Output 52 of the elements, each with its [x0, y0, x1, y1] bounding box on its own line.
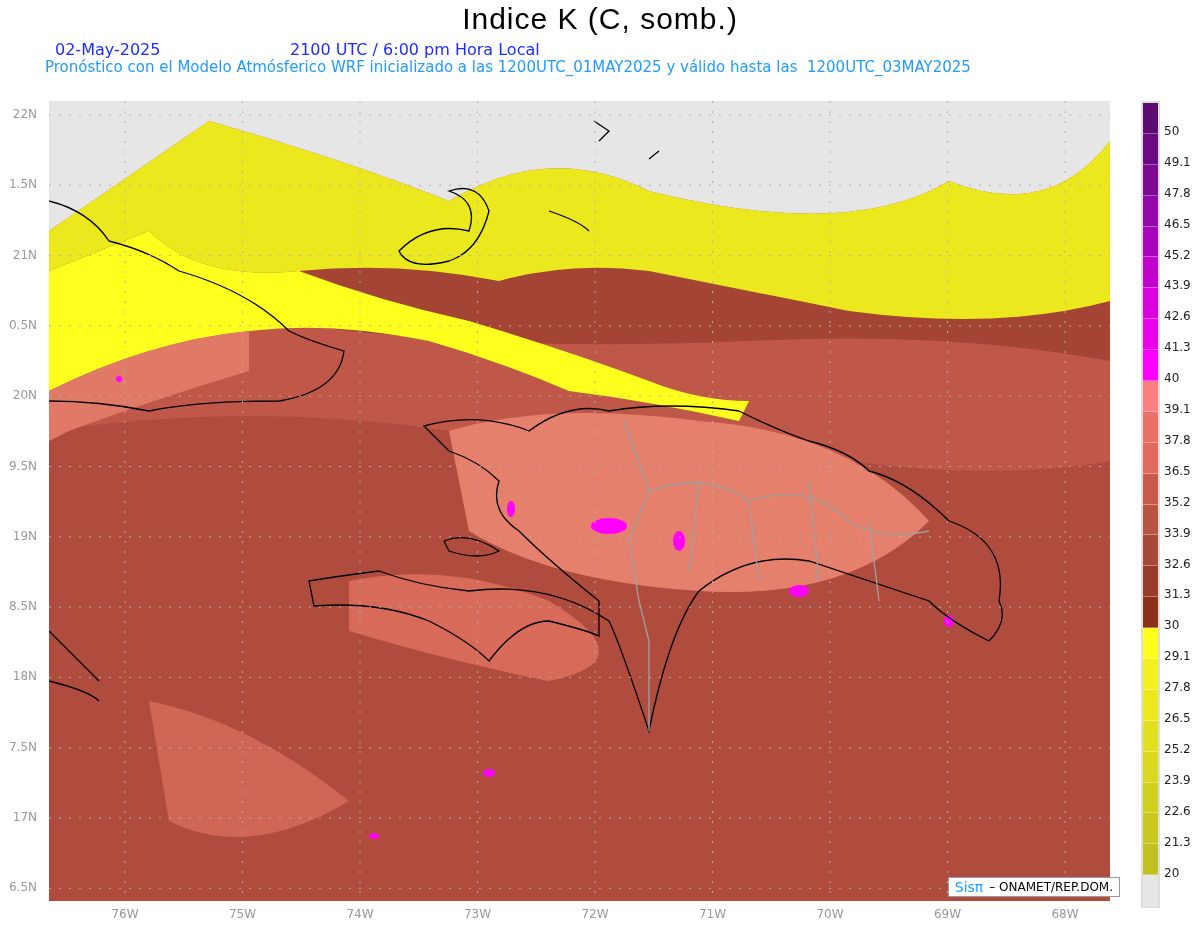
legend-label: 47.8 [1164, 185, 1191, 200]
longitude-label: 69W [932, 907, 963, 921]
map-title: Indice K (C, somb.) [461, 1, 739, 37]
longitude-label: 71W [697, 907, 728, 921]
legend-label: 39.1 [1164, 402, 1191, 416]
legend-label: 49.1 [1164, 154, 1191, 169]
latitude-label: 18N [12, 669, 37, 684]
legend-label: 35.2 [1164, 494, 1191, 509]
longitude-label: 76W [110, 907, 140, 921]
legend-label: 31.3 [1164, 587, 1191, 602]
legend-label: 45.2 [1164, 247, 1191, 262]
longitude-label: 72W [580, 907, 610, 921]
latitude-label: 7.5N [8, 739, 37, 754]
latitude-label: 17N [12, 810, 37, 824]
latitude-label: 21N [12, 247, 37, 262]
longitude-label: 75W [227, 907, 258, 921]
legend-label: 41.3 [1164, 340, 1191, 355]
legend-label: 36.5 [1164, 463, 1191, 478]
legend-label: 27.8 [1164, 680, 1191, 695]
longitude-label: 74W [345, 907, 375, 921]
latitude-label: 9.5N [8, 458, 37, 473]
latitude-label: 22N [12, 107, 37, 121]
sis-logo: Sisπ [954, 879, 984, 895]
legend-label: 25.2 [1164, 741, 1191, 756]
legend-label: 21.3 [1164, 834, 1191, 849]
longitude-label: 68W [1050, 907, 1080, 921]
legend-label: 46.5 [1164, 216, 1191, 231]
legend-label: 43.9 [1164, 278, 1191, 293]
legend-label: 29.1 [1164, 649, 1191, 664]
legend-label: 22.6 [1164, 803, 1191, 818]
forecast-description: Pronóstico con el Modelo Atmósferico WRF inicializado a las 1200UTC_01MAY2025 y válido hasta las 1200UTC_03MAY2025 [44, 58, 972, 78]
latitude-label: 20N [12, 388, 37, 403]
legend-label: 33.9 [1164, 525, 1191, 540]
legend-label: 20 [1164, 865, 1180, 880]
legend-label: 40 [1164, 371, 1180, 386]
longitude-label: 70W [815, 907, 845, 921]
legend-label: 50 [1164, 123, 1180, 138]
forecast-date: 02-May-2025 [55, 40, 162, 58]
latitude-label: 8.5N [8, 599, 37, 614]
legend-label: 30 [1164, 618, 1180, 633]
legend-label: 32.6 [1164, 556, 1191, 571]
credit-text: – ONAMET/REP.DOM. [989, 880, 1113, 894]
latitude-label: 19N [12, 528, 37, 543]
latitude-label: 0.5N [8, 317, 37, 332]
latitude-label: 1.5N [8, 177, 37, 192]
latitude-label: 6.5N [8, 880, 37, 895]
legend-label: 37.8 [1164, 432, 1191, 447]
legend-label: 26.5 [1164, 711, 1191, 725]
longitude-label: 73W [462, 907, 493, 921]
legend-label: 42.6 [1164, 309, 1191, 324]
legend-label: 23.9 [1164, 772, 1191, 787]
forecast-time: 2100 UTC / 6:00 pm Hora Local [290, 40, 540, 58]
